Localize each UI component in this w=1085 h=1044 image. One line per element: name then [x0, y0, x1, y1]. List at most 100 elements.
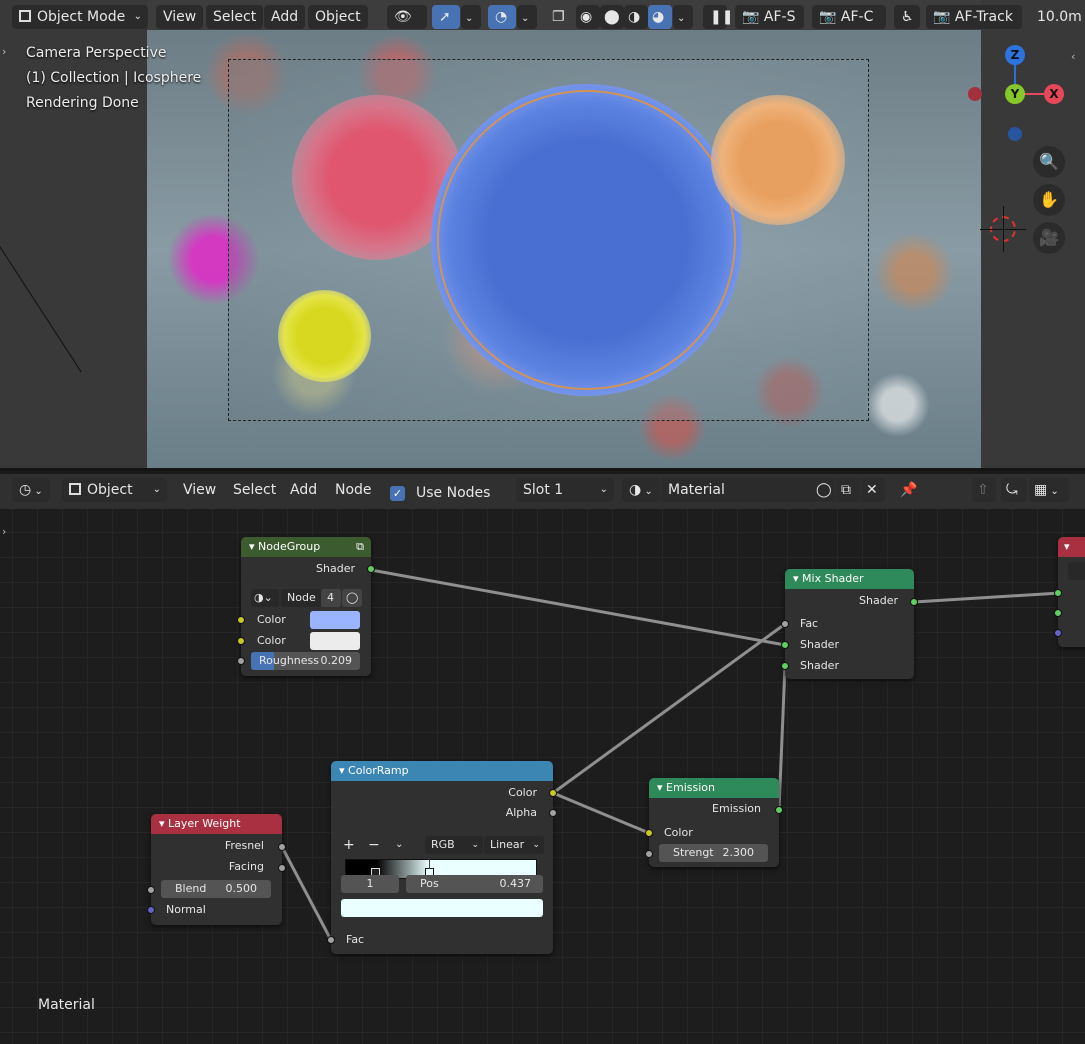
node-tree-users[interactable]: 4	[321, 589, 341, 607]
camera-view-icon: 🎥	[1039, 228, 1059, 247]
output-shader-socket[interactable]	[367, 565, 375, 573]
input-fac-socket[interactable]	[327, 936, 335, 944]
input-volume-socket[interactable]	[1054, 609, 1062, 617]
node-title[interactable]: ▾ Emission	[649, 778, 779, 798]
input-color2-swatch[interactable]	[310, 632, 360, 650]
menu-add[interactable]: Add	[264, 5, 306, 29]
af-track-add-button[interactable]: ♿	[894, 5, 920, 29]
blend-field[interactable]: Blend 0.500	[161, 880, 271, 898]
link-layerweight-colorramp	[280, 845, 333, 942]
output-shader-socket[interactable]	[910, 598, 918, 606]
dropdown-icon: ⌄	[465, 13, 474, 24]
input-color-socket[interactable]	[645, 829, 653, 837]
object-mode-icon	[19, 10, 31, 22]
gizmo-y[interactable]: Y	[1005, 84, 1025, 104]
stop-index-field[interactable]: 1	[341, 875, 399, 893]
node-title[interactable]: ▾	[1058, 537, 1085, 557]
node-title[interactable]: ▾ ColorRamp	[331, 761, 553, 781]
output-emission-socket[interactable]	[775, 806, 783, 814]
input-strength-socket[interactable]	[645, 850, 653, 858]
input-color2-socket[interactable]	[237, 637, 245, 645]
pause-icon: ❚❚	[710, 9, 734, 25]
input-fac-socket[interactable]	[781, 620, 789, 628]
roughness-slider[interactable]: Roughness 0.209	[251, 652, 360, 670]
input-displacement-socket[interactable]	[1054, 629, 1062, 637]
dropdown-icon: ⌄	[133, 11, 142, 22]
viewport-info-collection: (1) Collection | Icosphere	[26, 70, 202, 86]
color-mode-select[interactable]: RGB ⌄	[425, 836, 483, 854]
add-stop-button[interactable]: +	[343, 835, 355, 855]
strength-value: 2.300	[722, 846, 755, 859]
af-c-button[interactable]: 📷 AF-C	[812, 5, 886, 29]
input-shader2-socket[interactable]	[781, 662, 789, 670]
stop-color-swatch[interactable]	[341, 899, 543, 917]
input-surface-socket[interactable]	[1054, 589, 1062, 597]
xray-toggle[interactable]: ❐	[545, 5, 571, 29]
pause-render-button[interactable]: ❚❚	[703, 5, 733, 29]
gizmo-toggle[interactable]: ➚	[432, 5, 460, 29]
menu-view[interactable]: View	[156, 5, 204, 29]
gizmo-neg-x[interactable]	[968, 87, 982, 101]
node-title-label: Emission	[666, 781, 715, 794]
overlay-dropdown[interactable]: ⌄	[517, 5, 537, 29]
node-title[interactable]: ▾ NodeGroup ⧉	[241, 537, 371, 557]
output-fresnel-socket[interactable]	[278, 843, 286, 851]
pan-button[interactable]: ✋	[1033, 184, 1065, 216]
collapse-icon: ▾	[159, 817, 165, 830]
input-shader1-socket[interactable]	[781, 641, 789, 649]
node-tree-browse[interactable]: ◑⌄	[251, 589, 279, 607]
remove-stop-button[interactable]: −	[368, 835, 380, 855]
input-blend-socket[interactable]	[147, 886, 155, 894]
gizmo-dropdown[interactable]: ⌄	[461, 5, 481, 29]
gizmo-x[interactable]: X	[1044, 84, 1064, 104]
blend-label: Blend	[175, 882, 207, 895]
mode-label: Object Mode	[37, 9, 126, 25]
shading-rendered[interactable]: ◕	[648, 5, 672, 29]
sidebar-toggle-left[interactable]: ›	[2, 45, 6, 58]
output-color-socket[interactable]	[549, 789, 557, 797]
target-select[interactable]	[1068, 562, 1085, 580]
interpolation-select[interactable]: Linear ⌄	[484, 836, 544, 854]
node-editor[interactable]: ◷ ⌄ Object ⌄ View Select Add Node ✓ Use …	[0, 471, 1085, 1044]
node-tree-fake-user[interactable]: ◯	[342, 589, 362, 607]
3d-viewport[interactable]: Object Mode ⌄ View Select Add Object 👁 ➚…	[0, 0, 1085, 471]
menu-object[interactable]: Object	[308, 5, 368, 29]
node-colorramp[interactable]: ▾ ColorRamp Color Alpha + − ⌄ RGB ⌄ Linea…	[327, 761, 557, 954]
overlay-toggle[interactable]: ◔	[488, 5, 516, 29]
node-layer-weight[interactable]: ▾ Layer Weight Fresnel Facing Blend 0.50…	[147, 814, 286, 925]
eye-icon: 👁	[394, 9, 412, 25]
node-title[interactable]: ▾ Mix Shader	[785, 569, 914, 589]
input-roughness-socket[interactable]	[237, 657, 245, 665]
node-title[interactable]: ▾ Layer Weight	[151, 814, 282, 834]
sidebar-toggle-right[interactable]: ‹	[1071, 50, 1075, 63]
output-alpha-socket[interactable]	[549, 809, 557, 817]
shading-solid[interactable]: ⬤	[600, 5, 624, 29]
input-color1-socket[interactable]	[237, 616, 245, 624]
node-material-output[interactable]: ▾	[1054, 537, 1085, 647]
shading-wireframe[interactable]: ◉	[576, 5, 600, 29]
node-tree-name[interactable]: Node	[281, 589, 321, 607]
node-links	[280, 568, 1062, 942]
output-facing-socket[interactable]	[278, 864, 286, 872]
3d-cursor-v	[1003, 206, 1004, 252]
menu-select[interactable]: Select	[206, 5, 264, 29]
zoom-button[interactable]: 🔍	[1033, 146, 1065, 178]
af-track-button[interactable]: 📷 AF-Track	[926, 5, 1022, 29]
af-s-button[interactable]: 📷 AF-S	[735, 5, 804, 29]
ramp-menu-button[interactable]: ⌄	[395, 835, 403, 855]
gizmo-z[interactable]: Z	[1005, 45, 1025, 65]
camera-view-button[interactable]: 🎥	[1033, 222, 1065, 254]
input-normal-socket[interactable]	[147, 906, 155, 914]
node-emission[interactable]: ▾ Emission Emission Color Strengt 2.300	[645, 778, 783, 867]
visibility-button[interactable]: 👁	[387, 5, 427, 29]
stop-position-value: 0.437	[499, 877, 532, 890]
stop-position-field[interactable]: Pos 0.437	[406, 875, 543, 893]
strength-field[interactable]: Strengt 2.300	[659, 844, 768, 862]
shading-material[interactable]: ◑	[624, 5, 648, 29]
gizmo-neg-z[interactable]	[1008, 127, 1022, 141]
input-color1-swatch[interactable]	[310, 611, 360, 629]
node-nodegroup[interactable]: ▾ NodeGroup ⧉ Shader ◑⌄ Node 4 ◯ Color Co…	[237, 537, 375, 676]
shading-dropdown[interactable]: ⌄	[673, 5, 693, 29]
mode-select[interactable]: Object Mode ⌄	[12, 5, 148, 29]
node-mix-shader[interactable]: ▾ Mix Shader Shader Fac Shader Shader	[781, 569, 918, 679]
